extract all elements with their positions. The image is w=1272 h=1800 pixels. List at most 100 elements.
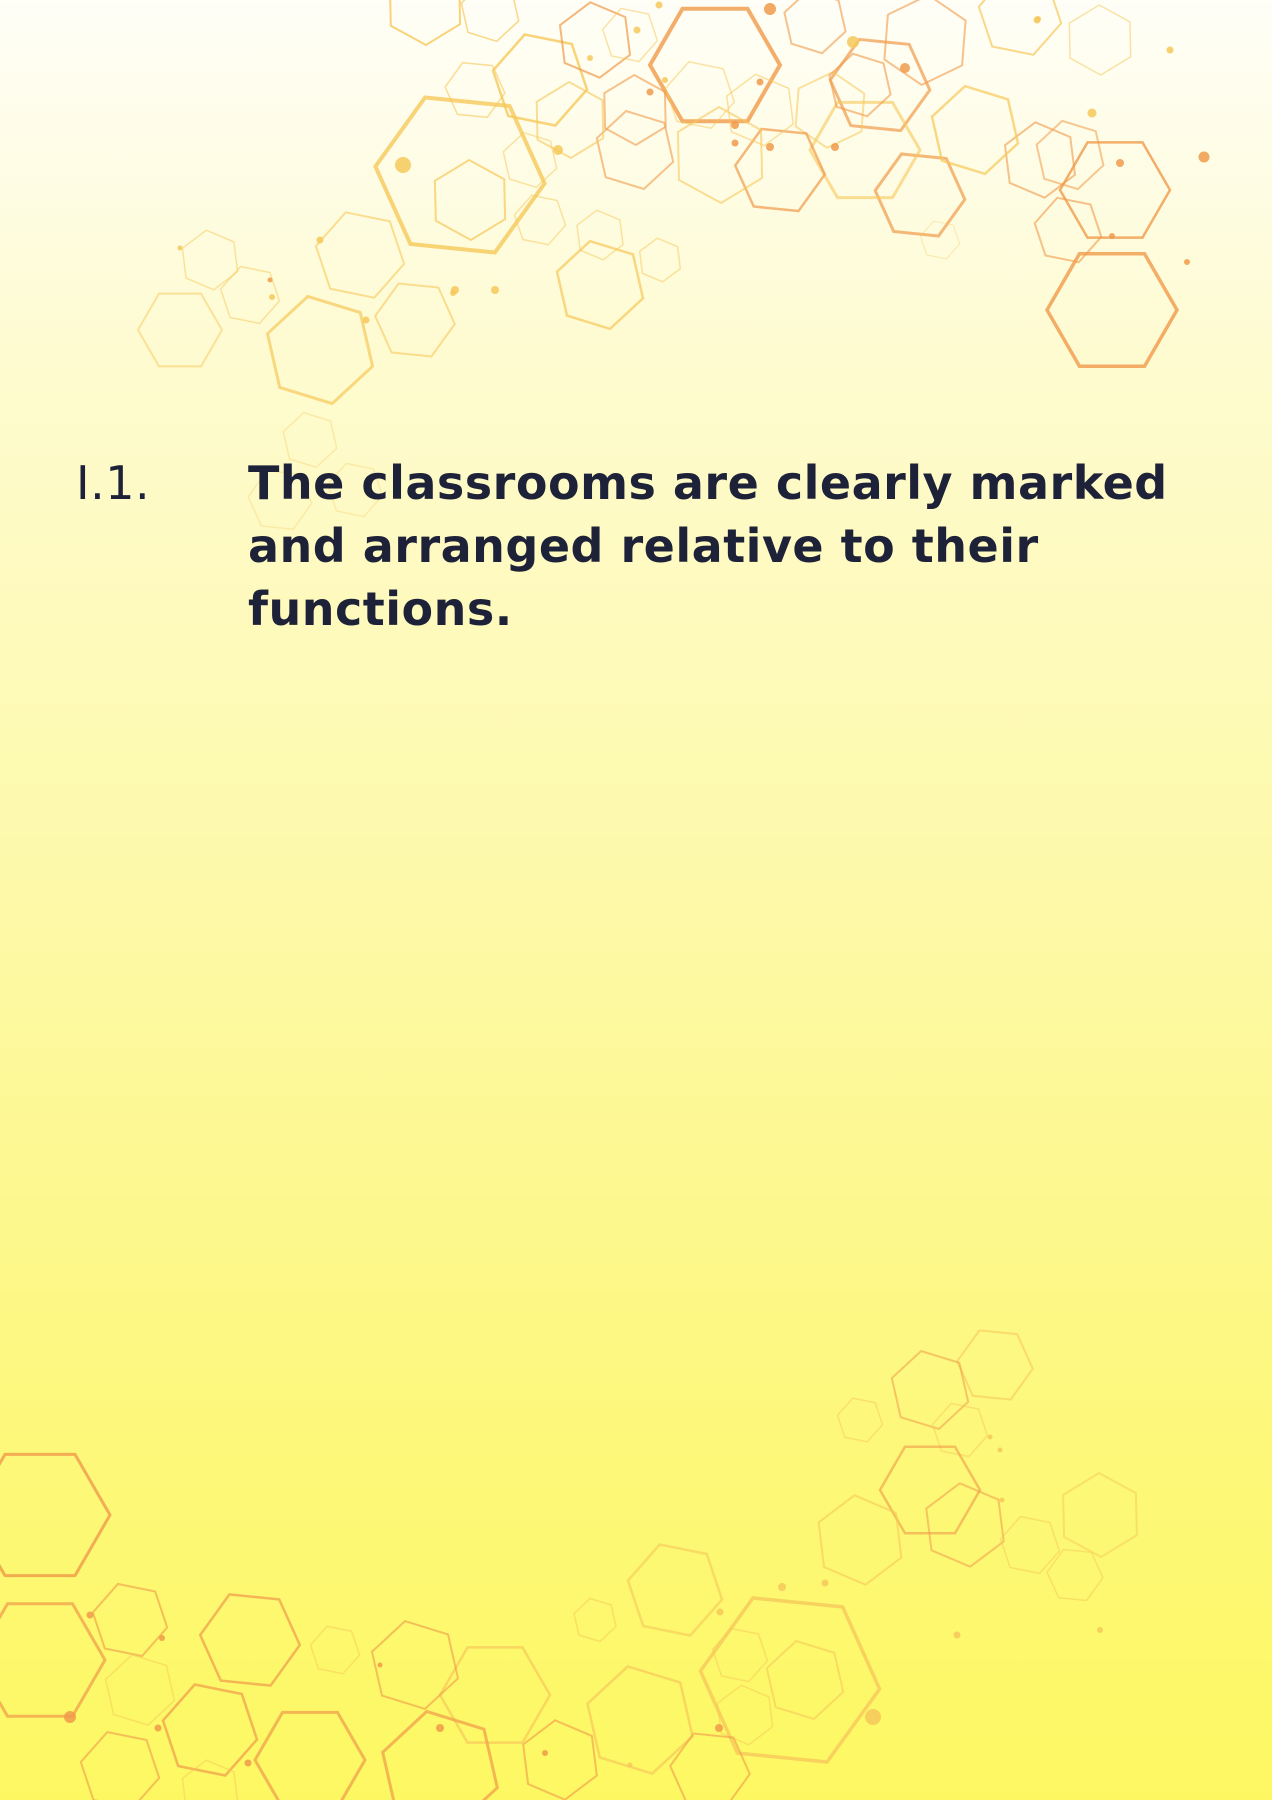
- node-dot: [1109, 233, 1115, 239]
- hexagon-shape: [433, 158, 507, 242]
- hexagon-shape: [878, 1445, 982, 1535]
- hexagon-shape: [999, 1515, 1061, 1575]
- node-dot: [627, 1762, 633, 1768]
- hexagon-shape: [638, 237, 682, 283]
- hexagon-shape: [265, 294, 375, 406]
- hexagon-shape: [374, 282, 456, 358]
- node-dot: [997, 1447, 1003, 1453]
- node-dot: [766, 143, 774, 151]
- hexagon-shape: [1062, 1471, 1138, 1559]
- hexagon-shape: [925, 1482, 1005, 1568]
- node-dot: [633, 26, 641, 34]
- node-dot: [655, 1, 663, 9]
- hexagon-shape: [181, 229, 239, 291]
- hexagon-shape: [0, 1602, 107, 1718]
- hexagon-shape: [931, 1402, 989, 1458]
- item-number: I.1.: [76, 456, 151, 510]
- hexagon-shape: [1046, 1548, 1104, 1602]
- node-dot: [999, 1497, 1005, 1503]
- hexagon-shape: [181, 1759, 239, 1800]
- node-dot: [731, 121, 739, 129]
- hexagon-shape: [253, 1710, 367, 1800]
- hexagon-shape: [389, 0, 462, 47]
- node-dot: [716, 1608, 724, 1616]
- hexagon-shape: [502, 131, 558, 189]
- hexagon-shape: [491, 33, 589, 127]
- hexagon-shape: [817, 1494, 903, 1586]
- hexagon-shape: [136, 292, 224, 368]
- hexagon-shape: [104, 1654, 176, 1726]
- hexagon-shape: [956, 1329, 1034, 1401]
- hexagon-shape: [309, 1625, 361, 1675]
- node-dot: [553, 145, 563, 155]
- node-dot: [953, 1631, 961, 1639]
- node-dot: [1116, 159, 1124, 167]
- node-dot: [865, 1709, 881, 1725]
- node-dot: [756, 78, 764, 86]
- hexagon-shape: [444, 61, 506, 119]
- node-dot: [831, 143, 839, 151]
- node-dot: [244, 1759, 252, 1767]
- node-dot: [450, 290, 456, 296]
- node-dot: [987, 1434, 993, 1440]
- hexagon-shape: [919, 220, 961, 260]
- node-dot: [1198, 151, 1210, 163]
- node-dot: [900, 63, 910, 73]
- node-dot: [377, 1662, 383, 1668]
- node-dot: [491, 286, 499, 294]
- hexagon-shape: [733, 127, 827, 213]
- hexagon-shape: [836, 1397, 884, 1443]
- hexagon-shape: [1058, 141, 1172, 239]
- node-dot: [395, 157, 411, 173]
- node-dot: [1184, 259, 1190, 265]
- hexagon-shape: [669, 1732, 751, 1800]
- node-dot: [1166, 46, 1174, 54]
- node-dot: [267, 277, 273, 283]
- node-dot: [715, 1724, 723, 1732]
- node-dot: [764, 3, 776, 15]
- hexagon-shape: [314, 211, 406, 299]
- hexagon-decoration: [0, 0, 1210, 1800]
- node-dot: [64, 1711, 76, 1723]
- hexagon-shape: [79, 1731, 161, 1800]
- node-dot: [86, 1611, 94, 1619]
- node-dot: [269, 294, 275, 300]
- node-dot: [587, 55, 593, 61]
- hexagon-shape: [808, 100, 922, 200]
- hexagon-shape: [438, 1646, 552, 1744]
- hexagon-shape: [460, 0, 520, 43]
- hexagon-shape: [647, 6, 783, 124]
- node-dot: [436, 1724, 444, 1732]
- node-dot: [1087, 108, 1097, 118]
- hexagon-shape: [930, 84, 1020, 176]
- hexagon-shape: [765, 1639, 845, 1721]
- hexagon-shape: [595, 109, 675, 191]
- hexagon-shape: [522, 1719, 598, 1800]
- node-dot: [847, 36, 859, 48]
- hexagon-shape: [873, 152, 967, 238]
- node-dot: [177, 245, 183, 251]
- hexagon-shape: [370, 1619, 460, 1711]
- item-text: The classrooms are clearly marked and ar…: [248, 456, 1168, 636]
- node-dot: [154, 1724, 162, 1732]
- node-dot: [159, 1635, 165, 1641]
- node-dot: [662, 77, 668, 83]
- hexagon-shape: [1068, 4, 1132, 76]
- node-dot: [821, 1579, 829, 1587]
- hexagon-shape: [198, 1593, 302, 1687]
- hexagon-shape: [603, 73, 667, 147]
- hexagon-shape: [0, 1452, 112, 1578]
- hexagon-shape: [977, 0, 1063, 56]
- hexagon-shape: [828, 52, 892, 118]
- hexagon-shape: [91, 1582, 169, 1658]
- node-dot: [362, 316, 370, 324]
- node-dot: [1097, 1627, 1103, 1633]
- hexagon-shape: [558, 1, 632, 79]
- node-dot: [646, 88, 654, 96]
- hexagon-shape: [890, 1349, 970, 1431]
- hexagon-shape: [576, 209, 624, 261]
- node-dot: [542, 1750, 548, 1756]
- node-dot: [778, 1583, 786, 1591]
- hexagon-shape: [555, 239, 645, 331]
- hexagon-shape: [794, 70, 866, 150]
